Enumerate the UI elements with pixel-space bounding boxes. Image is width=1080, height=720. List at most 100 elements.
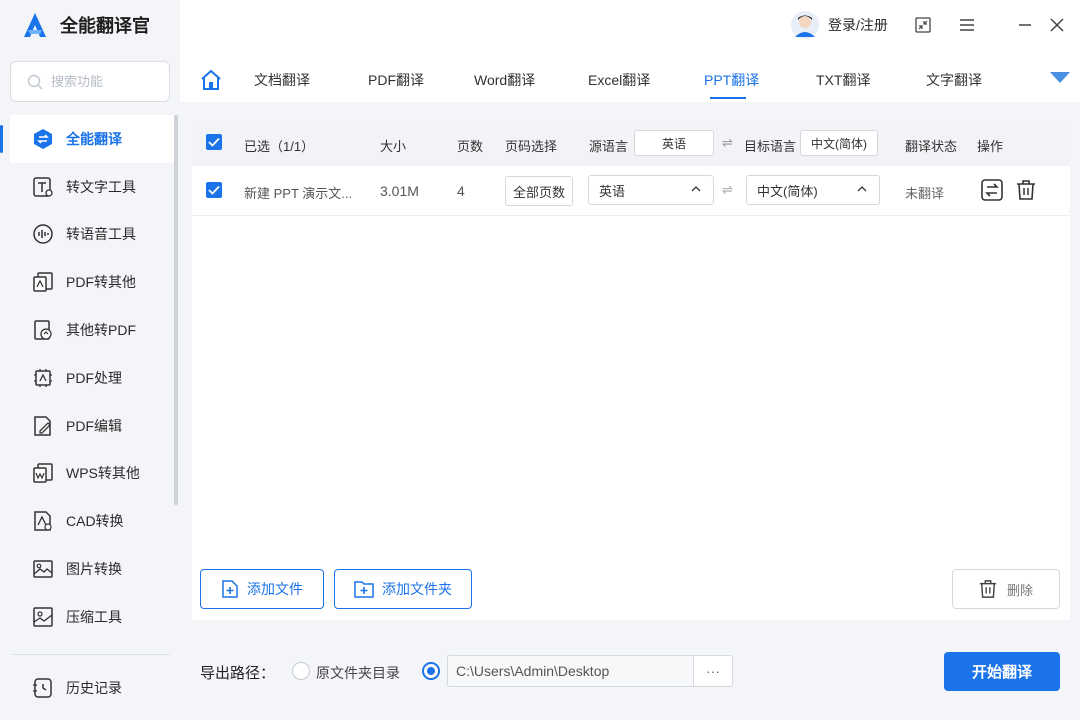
home-icon[interactable] [200,69,222,91]
sidebar-item-translate[interactable]: 全能翻译 [0,115,174,163]
sidebar-item-label: CAD转换 [66,513,124,530]
shrink-icon [915,17,931,33]
search-input[interactable] [51,74,151,89]
file-size: 3.01M [380,183,419,199]
login-label: 登录/注册 [828,17,888,33]
title-bar: 登录/注册 [180,0,1080,52]
tab-document[interactable]: 文档翻译 [254,70,310,90]
sidebar-item-cad-convert[interactable]: CAD转换 [0,497,180,545]
sidebar-item-label: PDF转其他 [66,274,136,291]
sidebar-item-label: PDF处理 [66,369,122,386]
radio-original-folder[interactable] [292,662,310,680]
sidebar-item-pdf-convert[interactable]: PDF转其他 [0,258,180,306]
tab-word[interactable]: Word翻译 [474,70,535,90]
menu-button[interactable] [956,14,978,36]
sidebar-item-label: 转文字工具 [66,178,136,195]
shrink-window-button[interactable] [912,14,934,36]
sidebar-item-compress[interactable]: 压缩工具 [0,593,180,641]
file-name: 新建 PPT 演示文... [244,186,353,201]
minimize-button[interactable] [1014,14,1036,36]
page-select-button[interactable]: 全部页数 [505,176,573,206]
trash-icon[interactable] [1016,179,1036,201]
sidebar-item-to-pdf[interactable]: 其他转PDF [0,306,180,354]
sidebar-item-image-convert[interactable]: 图片转换 [0,545,180,593]
sidebar-item-label: PDF编辑 [66,417,122,434]
source-lang-value: 英语 [599,183,626,199]
close-icon [1050,18,1064,32]
start-translate-button[interactable]: 开始翻译 [944,652,1060,691]
select-all-checkbox[interactable] [206,134,222,150]
login-button[interactable]: 登录/注册 [790,10,888,40]
cad-convert-icon [32,510,54,532]
tab-txt[interactable]: TXT翻译 [816,70,870,90]
close-button[interactable] [1046,14,1068,36]
header-pages: 页数 [457,139,484,154]
sidebar-nav: 全能翻译 转文字工具 转语音工具 PDF转其他 其他转PDF PDF处理 PDF… [0,115,180,641]
swap-icon[interactable]: ⇌ [722,182,733,198]
add-folder-button[interactable]: 添加文件夹 [334,569,472,609]
search-icon [27,74,43,90]
swap-icon[interactable]: ⇌ [722,135,733,151]
menu-icon [960,19,974,31]
translate-icon [32,128,54,150]
delete-label: 删除 [1006,582,1033,598]
add-file-button[interactable]: 添加文件 [200,569,324,609]
sidebar-item-wps-convert[interactable]: WPS转其他 [0,450,180,498]
trash-icon [979,580,997,598]
header-status: 翻译状态 [905,139,958,154]
browse-path-button[interactable]: ··· [693,655,733,687]
table-header: 已选（1/1） 大小 页数 页码选择 源语言 英语 ⇌ 目标语言 中文(简体) … [192,120,1070,166]
sidebar-item-label: 压缩工具 [66,608,122,625]
search-box[interactable] [10,61,170,102]
sidebar: 全能翻译官 全能翻译 转文字工具 转语音工具 [0,0,180,720]
target-lang-all-select[interactable]: 中文(简体) [800,130,878,156]
more-tabs-icon[interactable] [1050,72,1070,84]
header-page-select: 页码选择 [505,139,558,154]
active-tab-indicator [710,97,746,99]
history-section: 历史记录 [0,664,180,712]
minimize-icon [1019,24,1031,26]
tab-bar: 文档翻译 PDF翻译 Word翻译 Excel翻译 PPT翻译 TXT翻译 文字… [180,52,1080,102]
row-checkbox[interactable] [206,182,222,198]
compress-icon [32,606,54,628]
pdf-process-icon [32,367,54,389]
export-path-input[interactable] [447,655,693,687]
add-file-icon [222,580,238,598]
sidebar-item-label: 历史记录 [66,679,122,696]
sidebar-item-label: 其他转PDF [66,322,136,339]
tab-excel[interactable]: Excel翻译 [588,70,650,90]
chevron-up-icon [857,186,867,192]
tab-pdf[interactable]: PDF翻译 [368,70,424,90]
radio-original-folder-label[interactable]: 原文件夹目录 [316,663,400,683]
chevron-up-icon [691,186,701,192]
sidebar-item-label: 全能翻译 [66,130,122,147]
radio-custom-path[interactable] [422,662,440,680]
sidebar-item-voice-tool[interactable]: 转语音工具 [0,211,180,259]
delete-button[interactable]: 删除 [952,569,1060,609]
sidebar-item-history[interactable]: 历史记录 [0,664,180,712]
add-file-label: 添加文件 [247,581,303,597]
sidebar-item-pdf-process[interactable]: PDF处理 [0,354,180,402]
source-lang-select[interactable]: 英语 [588,175,714,205]
sidebar-divider [12,654,170,655]
app-logo-icon [24,13,46,37]
app-title: 全能翻译官 [60,16,150,36]
tab-ppt[interactable]: PPT翻译 [704,70,759,90]
target-lang-value: 中文(简体) [757,183,818,199]
header-action: 操作 [977,139,1004,154]
image-convert-icon [32,558,54,580]
source-lang-all-select[interactable]: 英语 [634,130,714,156]
translate-row-icon[interactable] [981,179,1003,201]
header-source-lang: 源语言 [589,139,629,154]
history-icon [32,677,54,699]
sidebar-item-text-tool[interactable]: 转文字工具 [0,163,180,211]
sidebar-item-pdf-edit[interactable]: PDF编辑 [0,402,180,450]
target-lang-select[interactable]: 中文(简体) [746,175,880,205]
table-row: 新建 PPT 演示文... 3.01M 4 全部页数 英语 ⇌ 中文(简体) 未… [192,166,1070,216]
voice-tool-icon [32,223,54,245]
sidebar-scrollbar[interactable] [174,115,178,505]
to-pdf-icon [32,319,54,341]
status-badge: 未翻译 [905,186,945,201]
tab-text[interactable]: 文字翻译 [926,70,982,90]
brand: 全能翻译官 [20,10,150,40]
